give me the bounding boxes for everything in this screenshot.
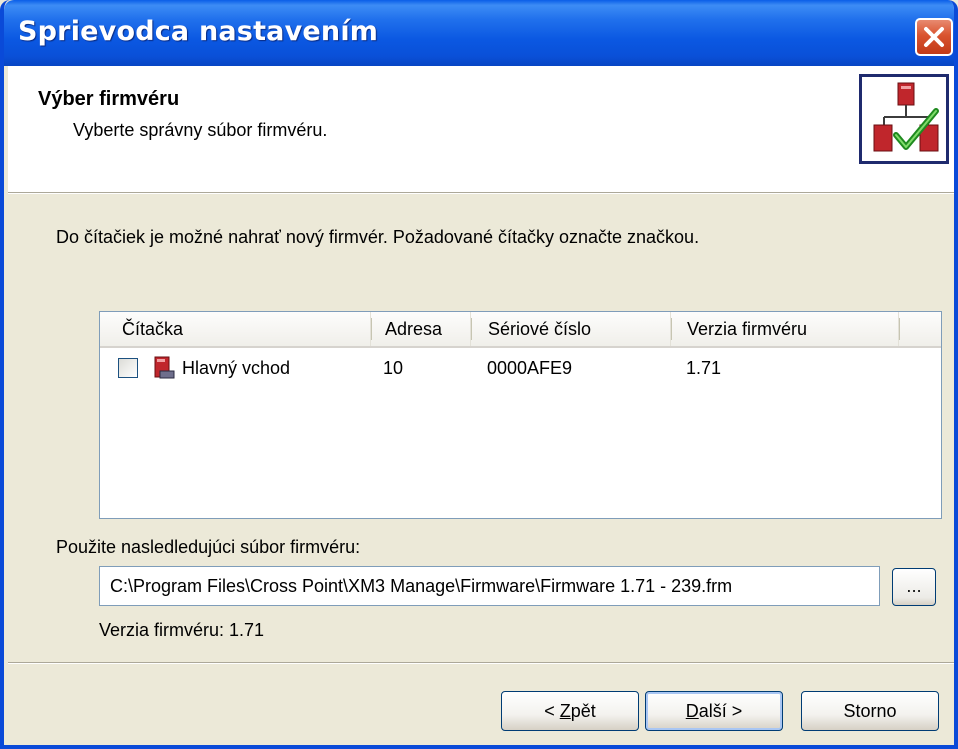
close-button[interactable]: [915, 18, 953, 56]
firmware-wizard-icon: [859, 74, 949, 164]
column-header-serial[interactable]: Sériové číslo: [471, 312, 672, 346]
header-divider: [8, 192, 954, 194]
instruction-text: Do čítačiek je možné nahrať nový firmvér…: [56, 227, 700, 247]
back-button-prefix: <: [544, 701, 560, 721]
footer-divider: [8, 662, 954, 664]
table-row[interactable]: Hlavný vchod 10 0000AFE9 1.71: [100, 352, 941, 384]
back-button[interactable]: < Zpět: [501, 691, 639, 731]
column-header-reader[interactable]: Čítačka: [100, 312, 372, 346]
wizard-header: Výber firmvéru Vyberte správny súbor fir…: [8, 66, 954, 192]
row-checkbox[interactable]: [118, 358, 138, 378]
next-button[interactable]: Další >: [645, 691, 783, 731]
cell-reader-name: Hlavný vchod: [182, 358, 291, 378]
next-button-accel: D: [685, 701, 699, 721]
firmware-version-text: Verzia firmvéru: 1.71: [99, 620, 265, 640]
back-button-accel: Z: [559, 701, 571, 721]
cancel-button[interactable]: Storno: [801, 691, 939, 731]
cell-firmware: 1.71: [686, 358, 722, 378]
reader-icon: [152, 356, 176, 380]
list-header: Čítačka Adresa Sériové číslo Verzia firm…: [100, 312, 941, 348]
column-header-firmware[interactable]: Verzia firmvéru: [671, 312, 900, 346]
firmware-path-input[interactable]: C:\Program Files\Cross Point\XM3 Manage\…: [99, 566, 880, 606]
window-title: Sprievodca nastavením: [18, 16, 379, 47]
cell-serial: 0000AFE9: [487, 358, 573, 378]
close-icon: [924, 27, 944, 47]
page-subtitle: Vyberte správny súbor firmvéru.: [73, 120, 328, 140]
cell-address: 10: [383, 358, 404, 378]
firmware-file-label: Použite nasledledujúci súbor firmvéru:: [56, 537, 361, 557]
wizard-window: Sprievodca nastavením Výber firmvéru Vyb…: [0, 0, 958, 749]
page-title: Výber firmvéru: [38, 88, 180, 110]
column-header-address[interactable]: Adresa: [371, 312, 472, 346]
browse-button[interactable]: ...: [892, 568, 936, 606]
back-button-rest: pět: [570, 701, 596, 721]
title-bar[interactable]: Sprievodca nastavením: [4, 0, 954, 66]
next-button-rest: alší >: [698, 701, 743, 721]
reader-list[interactable]: Čítačka Adresa Sériové číslo Verzia firm…: [99, 311, 942, 519]
